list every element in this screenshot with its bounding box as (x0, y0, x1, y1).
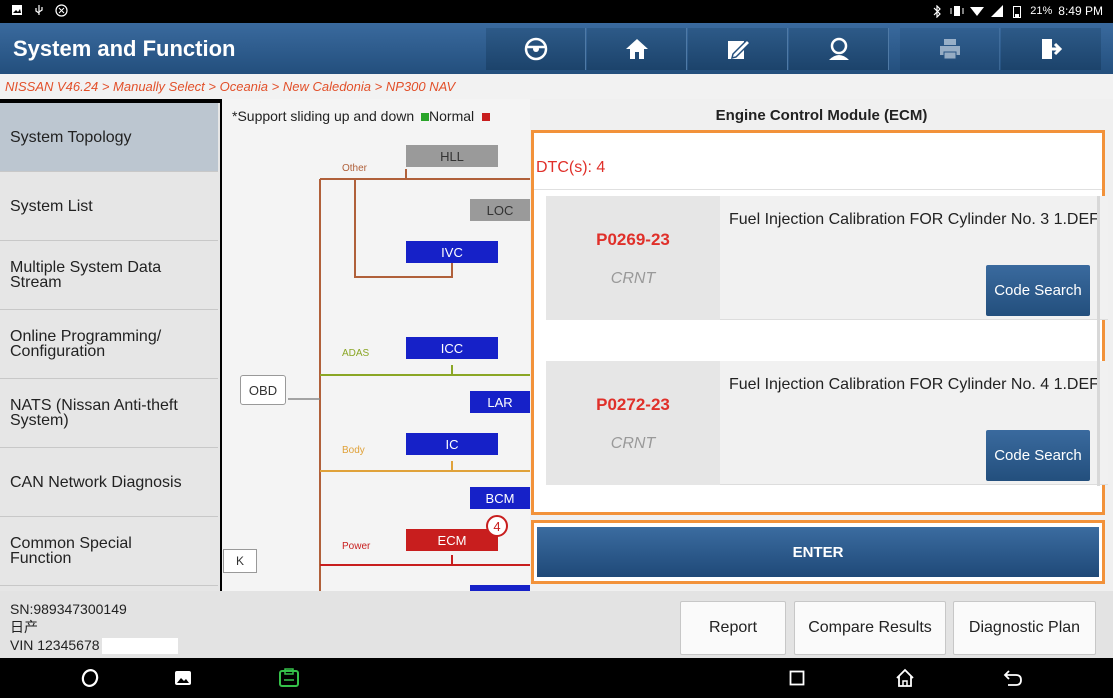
group-label-body: Body (342, 445, 365, 456)
vin-redaction (101, 638, 178, 655)
vehicle-make: 日产 (10, 619, 38, 635)
dtc-list: DTC(s): 4 P0269-23 CRNT Fuel Injection C… (531, 130, 1108, 515)
sidebar-item-label: Common Special Function (10, 535, 132, 567)
home-icon[interactable] (893, 666, 917, 690)
dtc-row: P0272-23 CRNT Fuel Injection Calibration… (546, 361, 1108, 485)
code-search-button[interactable]: Code Search (986, 265, 1090, 316)
sidebar-item-system-list[interactable]: System List (0, 172, 218, 241)
vci-app-icon[interactable] (277, 666, 301, 690)
nav-bar (0, 658, 1113, 698)
node-ecm[interactable]: ECM (406, 529, 498, 551)
node-obd[interactable]: OBD (240, 375, 286, 405)
sidebar-item-label: System Topology (10, 128, 132, 146)
sidebar: System Topology System List Multiple Sys… (0, 103, 220, 591)
dtc-status: CRNT (610, 435, 656, 452)
system-topology-view[interactable]: *Support sliding up and down Normal Othe… (222, 99, 530, 591)
vibrate-icon (950, 4, 964, 18)
user-button[interactable] (789, 28, 889, 70)
vci-icon (54, 3, 68, 17)
sidebar-item-online-programming[interactable]: Online Programming/ Configuration (0, 310, 218, 379)
exit-icon (1042, 39, 1063, 59)
vehicle-info: SN:989347300149 日产 VIN 12345678 (10, 600, 178, 655)
panel-title: Engine Control Module (ECM) (715, 107, 928, 124)
code-search-button[interactable]: Code Search (986, 430, 1090, 481)
steering-wheel-button[interactable] (486, 28, 586, 70)
sidebar-item-label: Multiple System Data Stream (10, 259, 162, 291)
group-label-power: Power (342, 541, 371, 552)
back-icon[interactable] (1001, 666, 1025, 690)
clock: 8:49 PM (1058, 4, 1103, 18)
title-bar: System and Function (0, 23, 1113, 74)
node-ic[interactable]: IC (406, 433, 498, 455)
sidebar-item-label: NATS (Nissan Anti-theft System) (10, 397, 178, 429)
node-icc[interactable]: ICC (406, 337, 498, 359)
diagnostic-plan-button[interactable]: Diagnostic Plan (953, 601, 1096, 655)
home-icon (625, 39, 648, 59)
sidebar-item-system-topology[interactable]: System Topology (0, 103, 218, 172)
signal-icon (990, 4, 1004, 18)
page-title: System and Function (13, 36, 236, 61)
exit-button[interactable] (1001, 28, 1101, 70)
sidebar-item-label: CAN Network Diagnosis (10, 473, 182, 491)
home-button[interactable] (587, 28, 687, 70)
dtc-row: P0269-23 CRNT Fuel Injection Calibration… (546, 196, 1108, 320)
gallery-icon[interactable] (171, 666, 195, 690)
collapse-button[interactable]: K (223, 549, 257, 573)
recents-icon[interactable] (785, 666, 809, 690)
edit-icon (727, 38, 751, 60)
dtc-code-cell: P0269-23 CRNT (546, 196, 720, 320)
vin: VIN 12345678 (10, 637, 100, 653)
sidebar-item-multiple-system-data-stream[interactable]: Multiple System Data Stream (0, 241, 218, 310)
ecm-panel: Engine Control Module (ECM) DTC(s): 4 P0… (530, 99, 1113, 591)
battery-icon (1010, 4, 1024, 18)
dtc-code: P0269-23 (596, 230, 670, 249)
battery-percent: 21% (1030, 5, 1053, 17)
bottom-bar: SN:989347300149 日产 VIN 12345678 Report C… (0, 591, 1113, 658)
browser-icon[interactable] (78, 666, 102, 690)
ecm-dtc-badge: 4 (486, 515, 508, 537)
divider (534, 189, 1102, 190)
serial-number: SN:989347300149 (10, 601, 127, 617)
gallery-icon (10, 3, 24, 17)
sidebar-item-label: System List (10, 197, 93, 215)
breadcrumb: NISSAN V46.24 > Manually Select > Oceani… (0, 74, 1113, 99)
steering-wheel-icon (524, 37, 547, 61)
status-bar: 21% 8:49 PM (0, 0, 1113, 23)
node-lar[interactable]: LAR (470, 391, 530, 413)
node-loc[interactable]: LOC (470, 199, 530, 221)
dtc-description: Fuel Injection Calibration FOR Cylinder … (729, 211, 1099, 228)
sidebar-item-common-special-function[interactable]: Common Special Function (0, 517, 218, 586)
user-icon (828, 37, 849, 60)
edit-button[interactable] (688, 28, 788, 70)
print-icon (939, 39, 960, 60)
dtc-status: CRNT (610, 270, 656, 287)
compare-results-button[interactable]: Compare Results (794, 601, 946, 655)
print-button[interactable] (900, 28, 1000, 70)
dtc-description: Fuel Injection Calibration FOR Cylinder … (729, 376, 1099, 393)
sidebar-item-can-network-diagnosis[interactable]: CAN Network Diagnosis (0, 448, 218, 517)
bluetooth-icon (930, 4, 944, 18)
report-button[interactable]: Report (680, 601, 786, 655)
dtc-code-cell: P0272-23 CRNT (546, 361, 720, 485)
node-bcm[interactable]: BCM (470, 487, 530, 509)
enter-button[interactable]: ENTER (537, 527, 1099, 577)
sidebar-item-nats[interactable]: NATS (Nissan Anti-theft System) (0, 379, 218, 448)
usb-icon (32, 3, 46, 17)
scrollbar[interactable] (1097, 196, 1100, 486)
dtc-count: DTC(s): 4 (536, 159, 606, 176)
wifi-icon (970, 4, 985, 18)
sidebar-item-label: Online Programming/ Configuration (10, 328, 162, 360)
node-ivc[interactable]: IVC (406, 241, 498, 263)
node-hll[interactable]: HLL (406, 145, 498, 167)
enter-container: ENTER (531, 520, 1105, 584)
dtc-code: P0272-23 (596, 395, 670, 414)
group-label-adas: ADAS (342, 348, 370, 359)
group-label-other: Other (342, 163, 368, 174)
